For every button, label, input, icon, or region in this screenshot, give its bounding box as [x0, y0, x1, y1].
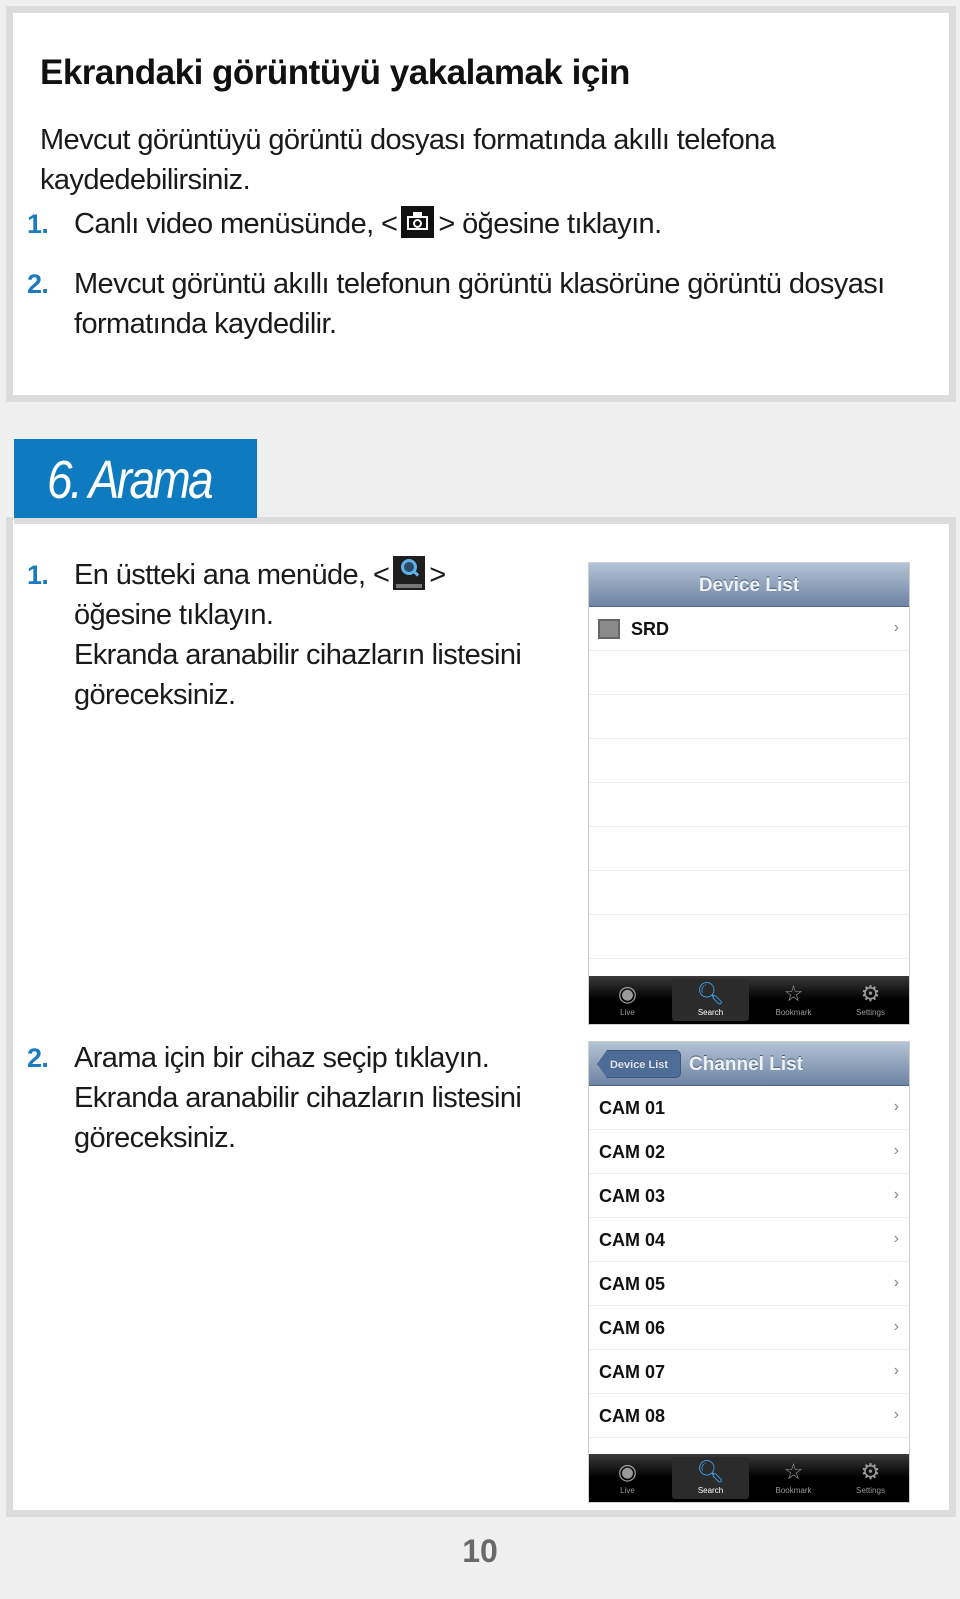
nav-title: Device List — [698, 575, 800, 596]
device-icon — [598, 619, 620, 639]
step-text: > öğesine tıklayın. — [438, 208, 662, 240]
camera-icon — [401, 206, 435, 239]
step-text: öğesine tıklayın. — [74, 599, 274, 631]
empty-row — [589, 783, 909, 827]
nav-bar: Device List Channel List — [589, 1042, 909, 1086]
chevron-right-icon: › — [893, 1142, 899, 1159]
step-number: 1. — [27, 209, 49, 239]
tab-settings[interactable]: ⚙ Settings — [832, 1454, 909, 1502]
empty-row — [589, 739, 909, 783]
star-icon: ☆ — [783, 981, 804, 1006]
step-text: Arama için bir cihaz seçip tıklayın. — [74, 1042, 490, 1074]
nav-bar: Device List — [589, 563, 909, 607]
channel-label: CAM 06 — [599, 1318, 666, 1338]
channel-row[interactable]: CAM 04 › — [589, 1218, 909, 1262]
channel-label: CAM 03 — [599, 1186, 666, 1206]
intro-text: Mevcut görüntüyü görüntü dosyası formatı… — [40, 124, 776, 196]
step-text: Canlı video menüsünde, < — [74, 208, 398, 240]
capture-step-1: 1. Canlı video menüsünde, < > öğesine tık… — [27, 204, 907, 244]
section-divider — [14, 517, 956, 524]
empty-row — [589, 915, 909, 959]
tab-live[interactable]: ◉ Live — [589, 976, 666, 1024]
chevron-right-icon: › — [893, 1406, 899, 1423]
tab-bookmark[interactable]: ☆ Bookmark — [755, 1454, 832, 1502]
chevron-right-icon: › — [893, 1318, 899, 1335]
step-text: > — [429, 559, 446, 591]
step-number: 1. — [27, 560, 49, 590]
tab-bar: ◉ Live 🔍︎ Search ☆ Bookmark ⚙ Settings — [589, 976, 909, 1024]
page-number: 10 — [462, 1533, 498, 1569]
section-title: Ekrandaki görüntüyü yakalamak için — [40, 53, 630, 92]
search-icon: 🔍︎ — [696, 1459, 725, 1484]
channel-row[interactable]: CAM 01 › — [589, 1086, 909, 1130]
step-text: Ekranda aranabilir cihazların listesini … — [74, 1082, 522, 1154]
channel-row[interactable]: CAM 03 › — [589, 1174, 909, 1218]
step-number: 2. — [27, 1043, 49, 1073]
channel-label: CAM 08 — [599, 1406, 666, 1426]
channel-label: CAM 01 — [599, 1098, 666, 1118]
channel-row[interactable]: CAM 06 › — [589, 1306, 909, 1350]
capture-step-2: 2. Mevcut görüntü akıllı telefonun görün… — [27, 264, 907, 344]
star-icon: ☆ — [783, 1459, 804, 1484]
channel-label: CAM 04 — [599, 1230, 666, 1250]
channel-list-screenshot: Device List Channel List CAM 01 › CAM 02 › C… — [588, 1041, 910, 1503]
nav-title: Channel List — [689, 1054, 804, 1075]
chevron-right-icon: › — [893, 1362, 899, 1379]
search-icon: 🔍︎ — [696, 981, 725, 1006]
step-text: Mevcut görüntü akıllı telefonun görüntü … — [74, 268, 885, 340]
device-list-screenshot: Device List SRD › ◉ Live 🔍︎ Search ☆ Bookma… — [588, 562, 910, 1025]
gear-icon: ⚙ — [860, 981, 881, 1006]
gear-icon: ⚙ — [860, 1459, 881, 1484]
search-step-2: 2. Arama için bir cihaz seçip tıklayın. … — [27, 1038, 567, 1158]
live-icon: ◉ — [617, 981, 638, 1006]
search-icon — [393, 556, 426, 591]
device-row[interactable]: SRD › — [589, 607, 909, 651]
empty-row — [589, 695, 909, 739]
section-heading: 6. Arama — [47, 450, 214, 510]
chevron-right-icon: › — [893, 1098, 899, 1115]
search-step-1: 1. En üstteki ana menüde, < > öğesine tık… — [27, 555, 567, 715]
empty-row — [589, 871, 909, 915]
channel-row[interactable]: CAM 05 › — [589, 1262, 909, 1306]
channel-row[interactable]: CAM 07 › — [589, 1350, 909, 1394]
chevron-right-icon: › — [893, 1274, 899, 1291]
back-button[interactable]: Device List — [597, 1050, 681, 1078]
empty-row — [589, 651, 909, 695]
tab-bar: ◉ Live 🔍︎ Search ☆ Bookmark ⚙ Settings — [589, 1454, 909, 1502]
channel-label: CAM 02 — [599, 1142, 666, 1162]
section-heading-badge: 6. Arama — [14, 439, 257, 518]
chevron-right-icon: › — [893, 1186, 899, 1203]
channel-label: CAM 05 — [599, 1274, 666, 1294]
chevron-right-icon: › — [893, 1230, 899, 1247]
step-text: En üstteki ana menüde, < — [74, 559, 390, 591]
tab-live[interactable]: ◉ Live — [589, 1454, 666, 1502]
tab-search[interactable]: 🔍︎ Search — [672, 1457, 749, 1499]
channel-row[interactable]: CAM 08 › — [589, 1394, 909, 1438]
device-label: SRD — [631, 619, 670, 639]
channel-row[interactable]: CAM 02 › — [589, 1130, 909, 1174]
empty-row — [589, 827, 909, 871]
tab-search[interactable]: 🔍︎ Search — [672, 979, 749, 1021]
chevron-right-icon: › — [893, 619, 899, 636]
step-text: Ekranda aranabilir cihazların listesini … — [74, 639, 522, 711]
step-number: 2. — [27, 269, 49, 299]
live-icon: ◉ — [617, 1459, 638, 1484]
tab-settings[interactable]: ⚙ Settings — [832, 976, 909, 1024]
tab-bookmark[interactable]: ☆ Bookmark — [755, 976, 832, 1024]
channel-label: CAM 07 — [599, 1362, 666, 1382]
